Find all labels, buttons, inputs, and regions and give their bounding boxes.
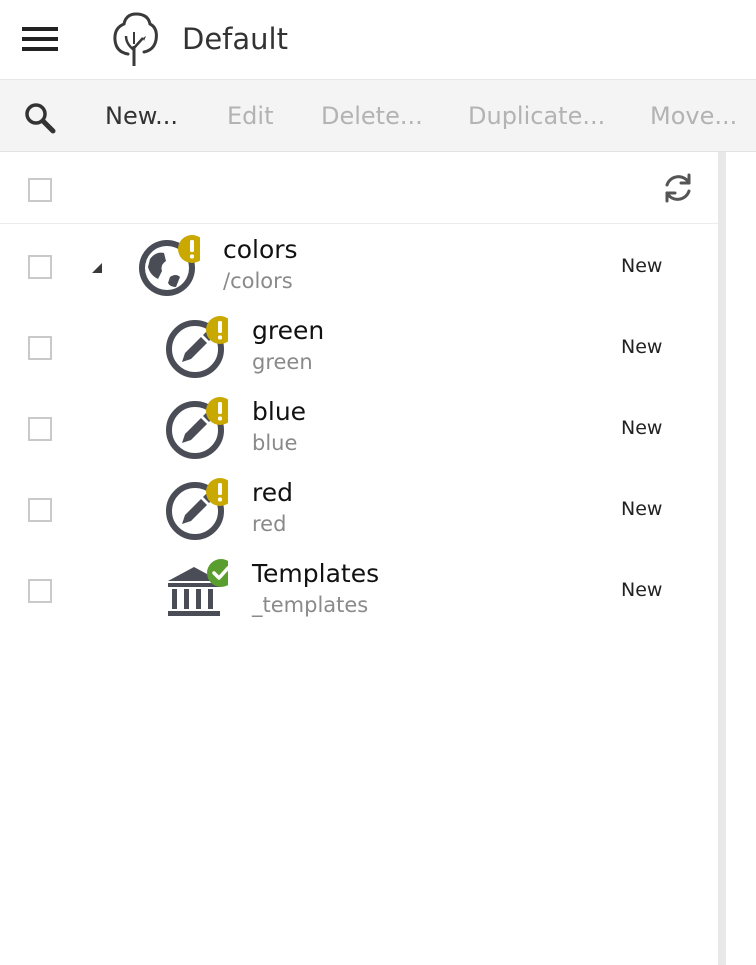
row-path: blue xyxy=(252,431,298,455)
list-header xyxy=(0,152,718,224)
list-item-templates[interactable]: Templates _templates New xyxy=(0,549,718,630)
new-button[interactable]: New... xyxy=(105,102,178,130)
row-path: _templates xyxy=(252,593,369,617)
delete-button[interactable]: Delete... xyxy=(321,102,423,130)
list-item-blue[interactable]: blue blue New xyxy=(0,387,718,468)
bank-icon xyxy=(164,559,235,623)
pencil-icon xyxy=(164,316,234,380)
row-title: colors xyxy=(223,235,298,264)
status-badge: New xyxy=(621,417,663,439)
refresh-icon[interactable] xyxy=(660,170,696,206)
expand-triangle-icon[interactable] xyxy=(88,259,104,275)
row-checkbox[interactable] xyxy=(28,336,52,360)
row-path: red xyxy=(252,512,287,536)
list-item-red[interactable]: red red New xyxy=(0,468,718,549)
pencil-icon xyxy=(164,478,234,542)
tree-logo-icon xyxy=(110,10,160,68)
row-path: /colors xyxy=(223,269,293,293)
hamburger-menu-icon[interactable] xyxy=(22,27,58,55)
list-item-colors[interactable]: colors /colors New xyxy=(0,225,718,306)
row-checkbox[interactable] xyxy=(28,579,52,603)
row-checkbox[interactable] xyxy=(28,417,52,441)
list-item-green[interactable]: green green New xyxy=(0,306,718,387)
duplicate-button[interactable]: Duplicate... xyxy=(468,102,605,130)
row-title: red xyxy=(252,478,293,507)
edit-button[interactable]: Edit xyxy=(227,102,273,130)
toolbar: New... Edit Delete... Duplicate... Move.… xyxy=(0,80,756,152)
content-list: colors /colors New green green New blue … xyxy=(0,152,718,965)
status-badge: New xyxy=(621,255,663,277)
pencil-icon xyxy=(164,397,234,461)
row-title: Templates xyxy=(252,559,380,588)
search-icon[interactable] xyxy=(22,100,58,136)
globe-icon xyxy=(136,235,206,299)
vertical-scrollbar[interactable] xyxy=(718,152,726,965)
status-badge: New xyxy=(621,498,663,520)
row-checkbox[interactable] xyxy=(28,498,52,522)
move-button[interactable]: Move... xyxy=(650,102,737,130)
app-title: Default xyxy=(182,22,288,56)
status-badge: New xyxy=(621,579,663,601)
row-path: green xyxy=(252,350,313,374)
row-title: green xyxy=(252,316,325,345)
row-title: blue xyxy=(252,397,307,426)
select-all-checkbox[interactable] xyxy=(28,178,52,202)
app-header: Default xyxy=(0,0,756,80)
status-badge: New xyxy=(621,336,663,358)
row-checkbox[interactable] xyxy=(28,255,52,279)
